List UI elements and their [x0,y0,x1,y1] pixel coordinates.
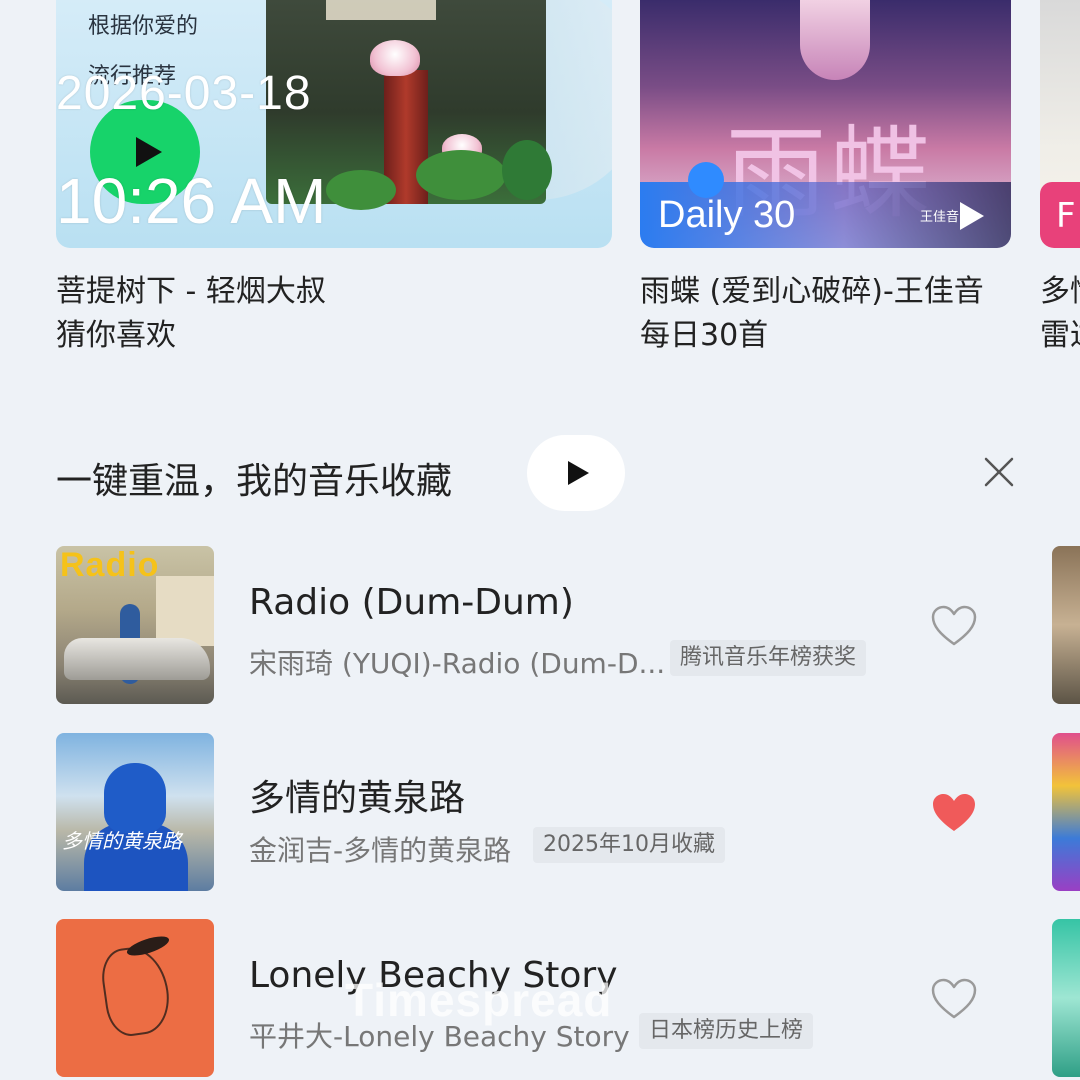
song-tag: 2025年10月收藏 [533,827,725,863]
section-title: 一键重温，我的音乐收藏 [56,461,453,502]
song-cover: 多情的黄泉路 [56,733,214,891]
recommend-card-radar[interactable]: F [1040,0,1080,248]
card-caption-title[interactable]: 菩提树下 - 轻烟大叔 [56,270,326,314]
cover-figure-head [104,763,166,833]
song-tag: 腾讯音乐年榜获奖 [670,640,867,676]
recommend-card-daily30[interactable]: 雨蝶 Daily 30 王佳音 [640,0,1011,248]
song-artist: 金润吉-多情的黄泉路 [249,834,512,867]
heart-icon[interactable] [930,604,978,648]
lotus-leaf [416,150,506,200]
cover-title-text: 多情的黄泉路 [62,829,182,853]
card-caption-subtitle: 雷达 [1040,318,1080,353]
singer-tag: 王佳音 [920,210,960,225]
heart-filled-icon[interactable] [930,791,978,835]
album-art-title [326,0,436,20]
daily-30-label: Daily 30 [658,194,796,236]
card-caption-title[interactable]: 多情 [1040,270,1080,314]
play-icon[interactable] [960,202,984,230]
lotus-leaf [326,170,396,210]
card-caption-title[interactable]: 雨蝶 (爱到心破碎)-王佳音 [640,270,984,314]
cover-sketch [98,942,174,1040]
card-tagline-line1: 根据你爱的 [88,14,199,39]
song-artist: 宋雨琦 (YUQI)-Radio (Dum-D... [249,647,666,680]
song-title: Radio (Dum-Dum) [249,582,574,623]
song-cover: Radio [56,546,214,704]
moon-dot-icon [688,162,724,198]
close-icon[interactable] [982,455,1016,489]
song-tag: 日本榜历史上榜 [639,1013,814,1049]
radar-tab: F [1040,182,1080,248]
watermark-logo: Timespread [345,974,613,1026]
overlay-time: 10:26 AM [56,165,327,237]
next-column-cover[interactable] [1052,546,1080,704]
lotus-leaf [502,140,552,200]
overlay-date: 2026-03-18 [56,67,312,120]
next-column-cover[interactable] [1052,733,1080,891]
lotus-flower [370,40,420,76]
next-column-cover[interactable] [1052,919,1080,1077]
play-icon [567,461,589,485]
song-row[interactable]: 多情的黄泉路 多情的黄泉路 金润吉-多情的黄泉路 2025年10月收藏 [56,733,975,891]
card-caption-subtitle: 每日30首 [640,318,769,353]
heart-icon[interactable] [930,977,978,1021]
card-caption-subtitle: 猜你喜欢 [56,318,176,353]
radar-tab-label: F [1056,196,1076,236]
cover-title-text: Radio [60,546,160,584]
cover-car [64,638,210,680]
play-icon [136,137,162,167]
cover-building [156,576,214,646]
cover-figure [800,0,870,80]
song-row[interactable]: Radio Radio (Dum-Dum) 宋雨琦 (YUQI)-Radio (… [56,546,977,704]
song-cover [56,919,214,1077]
section-play-button[interactable] [527,435,625,511]
song-title: 多情的黄泉路 [249,778,466,819]
